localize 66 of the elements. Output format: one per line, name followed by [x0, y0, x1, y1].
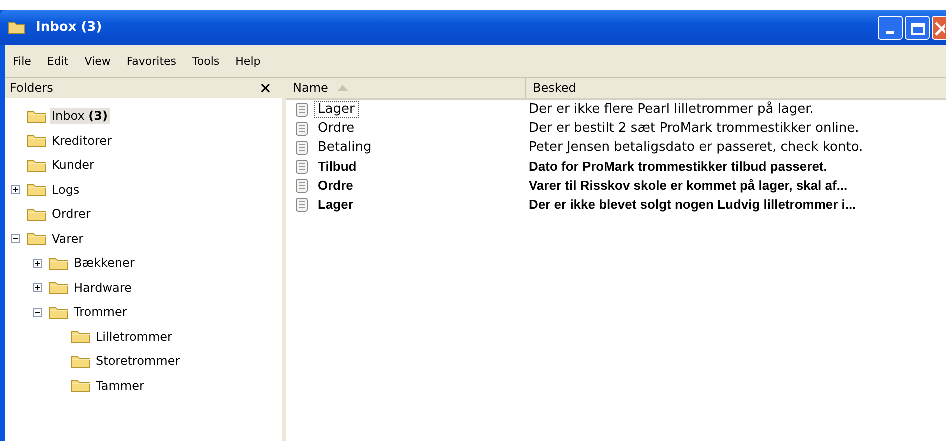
message-name[interactable]: Betaling: [314, 139, 376, 156]
message-name[interactable]: Ordre: [314, 177, 358, 194]
message-text: Der er ikke blevet solgt nogen Ludvig lilletrommer i...: [529, 197, 856, 212]
note-icon: [296, 121, 308, 136]
column-header[interactable]: Besked: [526, 78, 946, 98]
menu-item[interactable]: File: [8, 54, 36, 68]
folder-icon: [27, 182, 47, 198]
folder-item[interactable]: Trommer: [72, 304, 130, 320]
folder-item[interactable]: Ordrer: [50, 206, 93, 222]
folder-item[interactable]: Kreditorer: [50, 132, 114, 149]
menu-item[interactable]: Edit: [42, 54, 74, 68]
folder-icon: [27, 133, 47, 148]
note-icon: [296, 178, 308, 193]
expander-icon[interactable]: [11, 234, 20, 244]
menu-item[interactable]: Tools: [188, 54, 225, 68]
folder-item[interactable]: Inbox (3): [50, 108, 110, 124]
message-text: Peter Jensen betaligsdato er passeret, check konto.: [529, 140, 864, 155]
folder-icon: [49, 280, 69, 296]
folder-item[interactable]: Tammer: [94, 378, 146, 394]
folder-icon: [27, 158, 47, 173]
folder-icon: [71, 354, 91, 369]
folder-icon: [27, 108, 47, 124]
note-icon: [296, 102, 308, 117]
message-name[interactable]: Ordre: [314, 120, 359, 137]
close-icon: [934, 20, 944, 36]
folder-icon: [49, 304, 69, 320]
note-icon: [296, 197, 308, 212]
folder-item[interactable]: Bækkener: [72, 255, 137, 272]
message-text: Der er bestilt 2 sæt ProMark trommestikker online.: [529, 121, 860, 136]
expander-icon[interactable]: [33, 308, 42, 317]
message-text: Varer til Risskov skole er kommet på lager, skal af...: [529, 178, 848, 193]
folder-icon: [27, 206, 47, 222]
menu-item[interactable]: View: [80, 54, 116, 68]
folder-icon: [71, 329, 91, 344]
minimize-button[interactable]: [878, 16, 903, 40]
expander-icon[interactable]: [33, 258, 42, 268]
window-title: Inbox (3): [36, 20, 102, 35]
menu-item[interactable]: Help: [230, 54, 266, 68]
pane-title: Folders: [10, 81, 54, 95]
folder-icon: [8, 20, 26, 34]
sort-up-icon: [338, 85, 348, 91]
folder-item[interactable]: Logs: [50, 182, 82, 198]
folder-item[interactable]: Varer: [50, 230, 86, 247]
message-name[interactable]: Tilbud: [314, 158, 361, 175]
menu-item[interactable]: Favorites: [122, 54, 182, 68]
message-name[interactable]: Lager: [314, 196, 358, 213]
column-header[interactable]: Name: [286, 78, 526, 98]
folder-icon: [27, 231, 47, 246]
expander-icon[interactable]: [33, 283, 42, 292]
folder-icon: [49, 256, 69, 271]
folder-item[interactable]: Kunder: [50, 157, 96, 174]
minimize-icon: [886, 30, 896, 34]
folder-item[interactable]: Lilletrommer: [94, 328, 174, 345]
maximize-icon: [910, 22, 924, 34]
message-name[interactable]: Lager: [314, 101, 359, 118]
note-icon: [296, 140, 308, 155]
close-button[interactable]: [932, 16, 946, 40]
note-icon: [296, 159, 308, 174]
folder-icon: [71, 378, 91, 394]
expander-icon[interactable]: [11, 185, 20, 194]
folder-item[interactable]: Hardware: [72, 280, 134, 296]
message-text: Der er ikke flere Pearl lilletrommer på lager.: [529, 102, 814, 117]
folder-item[interactable]: Storetrommer: [94, 353, 182, 370]
close-pane-button[interactable]: ×: [259, 79, 272, 97]
maximize-button[interactable]: [905, 16, 930, 40]
message-text: Dato for ProMark trommestikker tilbud passeret.: [529, 159, 828, 174]
